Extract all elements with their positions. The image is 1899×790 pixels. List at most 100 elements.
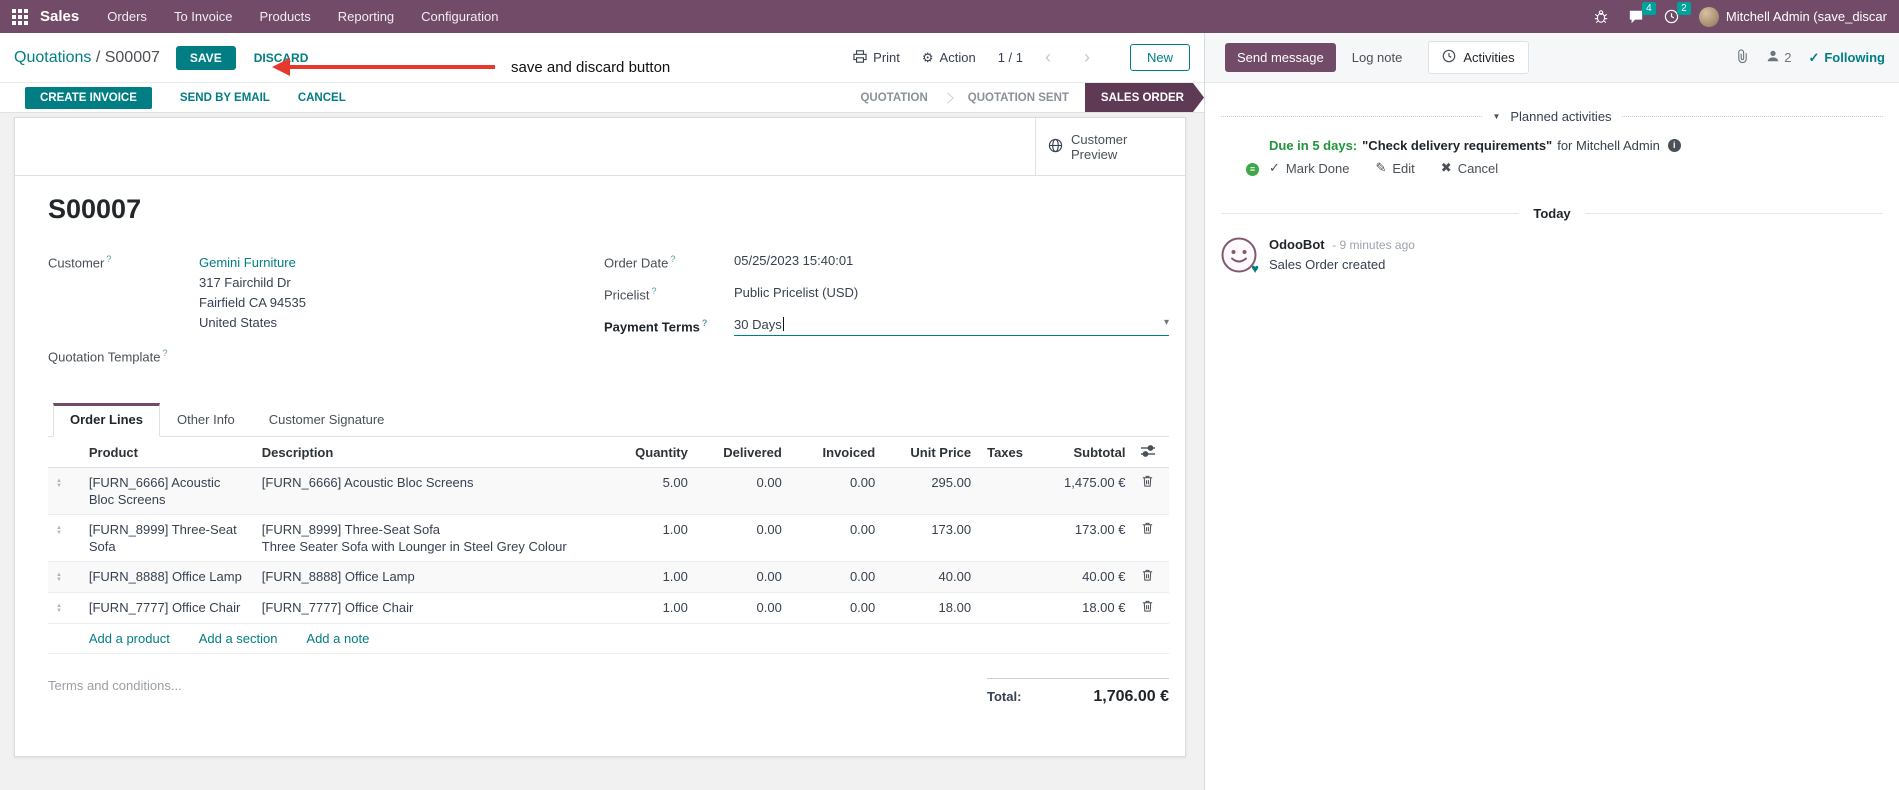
cancel-button[interactable]: CANCEL	[298, 92, 346, 104]
new-button[interactable]: New	[1129, 44, 1190, 71]
col-unit-price[interactable]: Unit Price	[883, 437, 980, 468]
drag-handle[interactable]: ▲ ▼	[48, 592, 81, 624]
product-cell[interactable]: [FURN_8999] Three-Seat Sofa	[80, 514, 254, 562]
print-button[interactable]: Print	[853, 49, 900, 66]
quantity-cell[interactable]: 1.00	[609, 514, 696, 562]
optional-columns-icon[interactable]	[1133, 437, 1169, 468]
action-button[interactable]: ⚙ Action	[922, 50, 976, 66]
payment-terms-input[interactable]: 30 Days ▾	[734, 317, 1169, 336]
menu-orders[interactable]: Orders	[107, 9, 147, 24]
terms-and-conditions-input[interactable]: Terms and conditions...	[48, 678, 182, 706]
description-cell[interactable]: [FURN_6666] Acoustic Bloc Screens	[253, 467, 610, 515]
create-invoice-button[interactable]: CREATE INVOICE	[25, 86, 152, 109]
delete-line-icon[interactable]	[1133, 561, 1169, 593]
drag-handle[interactable]: ▲ ▼	[48, 514, 81, 562]
menu-to-invoice[interactable]: To Invoice	[174, 9, 233, 24]
messages-icon[interactable]: 4	[1628, 2, 1656, 24]
delete-line-icon[interactable]	[1133, 592, 1169, 624]
send-by-email-button[interactable]: SEND BY EMAIL	[180, 92, 270, 104]
customer-preview-button[interactable]: Customer Preview	[1035, 118, 1185, 175]
add-section-link[interactable]: Add a section	[199, 631, 278, 646]
stage-quotation-sent[interactable]: QUOTATION SENT	[952, 92, 1085, 104]
send-message-button[interactable]: Send message	[1225, 43, 1336, 72]
debug-bug-icon[interactable]	[1594, 9, 1608, 24]
stage-quotation[interactable]: QUOTATION	[844, 92, 943, 104]
tab-other-info[interactable]: Other Info	[160, 403, 252, 436]
menu-configuration[interactable]: Configuration	[421, 9, 498, 24]
tab-order-lines[interactable]: Order Lines	[53, 403, 160, 437]
followers-button[interactable]: 2	[1766, 49, 1791, 66]
discard-button[interactable]: DISCARD	[254, 51, 309, 65]
mark-done-button[interactable]: ✓ Mark Done	[1269, 160, 1349, 176]
unit-price-cell[interactable]: 18.00	[883, 592, 980, 624]
description-cell[interactable]: [FURN_8888] Office Lamp	[253, 561, 610, 593]
tab-customer-signature[interactable]: Customer Signature	[252, 403, 402, 436]
user-menu[interactable]: Mitchell Admin (save_discar	[1698, 6, 1887, 27]
col-taxes[interactable]: Taxes	[979, 437, 1050, 468]
edit-activity-button[interactable]: ✎ Edit	[1375, 160, 1414, 176]
taxes-cell[interactable]	[979, 514, 1050, 562]
menu-products[interactable]: Products	[259, 9, 310, 24]
activity-item: ≡ Due in 5 days: "Check delivery require…	[1221, 138, 1883, 178]
pricelist-value[interactable]: Public Pricelist (USD)	[734, 285, 1169, 300]
quantity-cell[interactable]: 1.00	[609, 592, 696, 624]
pager-prev-next-icons[interactable]: ‹ ›	[1045, 47, 1104, 68]
app-name[interactable]: Sales	[40, 8, 79, 25]
drag-handle[interactable]: ▲ ▼	[48, 467, 81, 515]
customer-link[interactable]: Gemini Furniture	[199, 253, 604, 273]
product-cell[interactable]: [FURN_8888] Office Lamp	[80, 561, 254, 593]
quantity-cell[interactable]: 1.00	[609, 561, 696, 593]
breadcrumb-quotations-link[interactable]: Quotations	[14, 49, 91, 66]
chatter-toolbar: Send message Log note Activities 2 ✓ Fol…	[1205, 33, 1899, 83]
delete-line-icon[interactable]	[1133, 467, 1169, 515]
followers-person-icon	[1766, 49, 1780, 66]
notebook-tabs: Order Lines Other Info Customer Signatur…	[48, 403, 1169, 437]
description-cell[interactable]: [FURN_7777] Office Chair	[253, 592, 610, 624]
col-quantity[interactable]: Quantity	[609, 437, 696, 468]
taxes-cell[interactable]	[979, 561, 1050, 593]
save-button[interactable]: SAVE	[175, 45, 236, 70]
total-value: 1,706.00 €	[1093, 688, 1169, 705]
col-subtotal[interactable]: Subtotal	[1049, 437, 1134, 468]
message-author[interactable]: OdooBot	[1269, 237, 1325, 252]
unit-price-cell[interactable]: 295.00	[883, 467, 980, 515]
order-date-value[interactable]: 05/25/2023 15:40:01	[734, 253, 1169, 268]
add-product-link[interactable]: Add a product	[89, 631, 170, 646]
attachment-paperclip-icon[interactable]	[1736, 48, 1749, 67]
order-title: S00007	[48, 194, 142, 224]
menu-reporting[interactable]: Reporting	[338, 9, 394, 24]
following-button[interactable]: ✓ Following	[1808, 50, 1885, 66]
col-description[interactable]: Description	[253, 437, 610, 468]
cancel-activity-button[interactable]: ✖ Cancel	[1441, 160, 1498, 176]
quantity-cell[interactable]: 5.00	[609, 467, 696, 515]
taxes-cell[interactable]	[979, 467, 1050, 515]
drag-handle[interactable]: ▲ ▼	[48, 561, 81, 593]
collapse-caret-icon: ▼	[1492, 112, 1501, 121]
planned-activities-header[interactable]: ▼ Planned activities	[1221, 109, 1883, 124]
product-cell[interactable]: [FURN_7777] Office Chair	[80, 592, 254, 624]
info-icon[interactable]: i	[1667, 139, 1681, 152]
activities-count-badge: 2	[1676, 2, 1691, 15]
unit-price-cell[interactable]: 173.00	[883, 514, 980, 562]
col-product[interactable]: Product	[80, 437, 254, 468]
order-line-row: ▲ ▼ [FURN_6666] Acoustic Bloc Screens [FU…	[48, 467, 1169, 515]
description-cell[interactable]: [FURN_8999] Three-Seat Sofa Three Seater …	[253, 514, 610, 562]
customer-address-line1: 317 Fairchild Dr	[199, 275, 291, 290]
delete-line-icon[interactable]	[1133, 514, 1169, 562]
stage-sales-order[interactable]: SALES ORDER	[1085, 83, 1204, 112]
activities-clock-icon[interactable]: 2	[1664, 2, 1691, 24]
activity-avatar: ≡	[1221, 138, 1261, 178]
text-cursor	[782, 317, 784, 331]
dropdown-caret-icon[interactable]: ▾	[1164, 317, 1169, 328]
apps-grid-icon[interactable]	[12, 8, 28, 25]
product-cell[interactable]: [FURN_6666] Acoustic Bloc Screens	[80, 467, 254, 515]
unit-price-cell[interactable]: 40.00	[883, 561, 980, 593]
taxes-cell[interactable]	[979, 592, 1050, 624]
order-line-row: ▲ ▼ [FURN_8888] Office Lamp [FURN_8888] O…	[48, 561, 1169, 593]
col-delivered[interactable]: Delivered	[695, 437, 790, 468]
invoiced-cell: 0.00	[789, 514, 884, 562]
log-note-button[interactable]: Log note	[1352, 50, 1403, 65]
add-note-link[interactable]: Add a note	[306, 631, 369, 646]
activities-tab-button[interactable]: Activities	[1428, 41, 1529, 74]
col-invoiced[interactable]: Invoiced	[789, 437, 884, 468]
